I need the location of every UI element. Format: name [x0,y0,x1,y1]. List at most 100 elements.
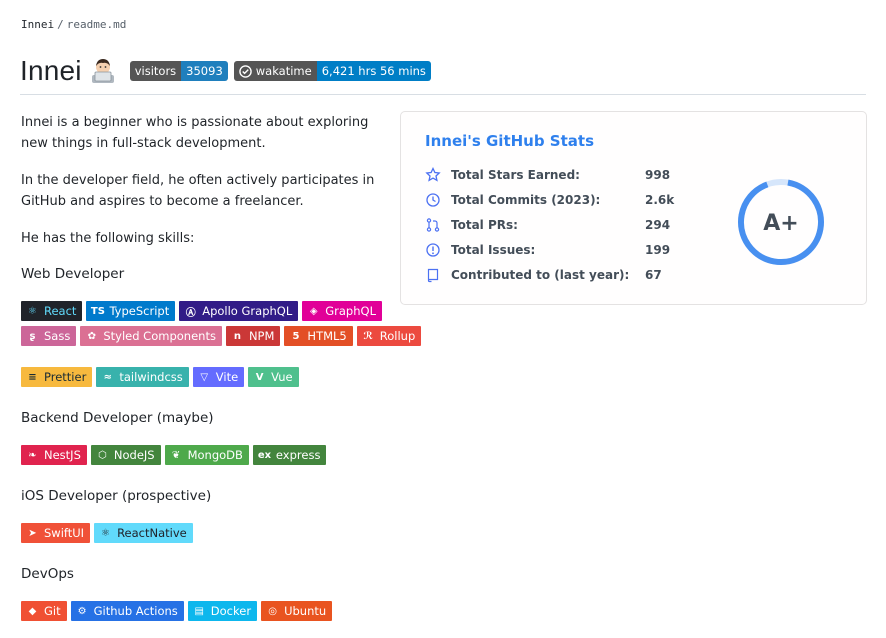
stat-row: Total Stars Earned: 998 [425,166,685,184]
apollo-graphql-badge[interactable]: Ⓐ Apollo GraphQL [179,301,299,321]
grade-text: A+ [763,211,798,236]
vite-icon: ▽ [200,371,209,383]
vite-badge[interactable]: ▽ Vite [192,367,245,387]
prettier-icon: ≡ [28,371,37,383]
stat-row: Contributed to (last year): 67 [425,266,685,284]
stat-row: Total PRs: 294 [425,216,685,234]
styled-components-icon: ✿ [87,330,97,342]
badge-label: express [275,448,321,462]
section-heading-ios: iOS Developer (prospective) [21,488,212,504]
badge-label: Styled Components [103,329,216,343]
badge-label: React [44,304,77,318]
stat-value: 199 [645,243,671,257]
issue-icon [426,243,440,257]
badge-label: GraphQL [325,304,376,318]
typescript-badge[interactable]: TS TypeScript [86,301,176,321]
stat-row: Total Issues: 199 [425,241,685,259]
title-row: Innei visitors 35093 wakatime 6,421 hrs … [20,55,431,87]
github-actions-badge[interactable]: ⚙ Github Actions [70,601,184,621]
rollup-badge[interactable]: ℛ Rollup [356,326,422,346]
intro-paragraph-1: Innei is a beginner who is passionate ab… [21,115,369,151]
badge-label: Apollo GraphQL [202,304,293,318]
badge-label: SwiftUI [44,526,85,540]
stat-label: Total PRs: [451,218,518,232]
stat-value: 998 [645,168,671,182]
badge-label: visitors [129,61,182,81]
section-heading-devops: DevOps [21,566,74,582]
web-badges-row-1: ⚛ React TS TypeScript Ⓐ Apollo GraphQL ◈ GraphQ… [21,301,382,321]
stat-value: 294 [645,218,671,232]
intro-paragraph-3: He has the following skills: [21,231,195,246]
vue-badge[interactable]: V Vue [248,367,299,387]
mongodb-badge[interactable]: ❦ MongoDB [164,445,249,465]
nestjs-icon: ❧ [28,449,37,461]
section-heading-backend: Backend Developer (maybe) [21,410,214,426]
prettier-badge[interactable]: ≡ Prettier [21,367,93,387]
badge-label: Prettier [44,370,87,384]
github-stats-card[interactable]: Innei's GitHub Stats Total Stars Earned:… [400,111,867,305]
badge-label: NPM [248,329,275,343]
graphql-badge[interactable]: ◈ GraphQL [302,301,382,321]
stat-label: Total Stars Earned: [451,168,580,182]
git-badge[interactable]: ◆ Git [21,601,67,621]
npm-badge[interactable]: n NPM [225,326,281,346]
html5-badge[interactable]: 5 HTML5 [284,326,353,346]
rollup-icon: ℛ [363,330,373,342]
web-badges-row-2: ʂ Sass ✿ Styled Components n NPM 5 HTML5 ℛ Rollup [21,326,422,346]
styled-components-badge[interactable]: ✿ Styled Components [80,326,222,346]
nodejs-badge[interactable]: ⬡ NodeJS [90,445,161,465]
github-actions-icon: ⚙ [77,605,87,617]
stat-label: Total Commits (2023): [451,193,601,207]
graphql-icon: ◈ [309,305,318,317]
badge-label: Git [44,604,61,618]
badge-label: Github Actions [93,604,178,618]
badge-label: tailwindcss [119,370,183,384]
visitors-badge[interactable]: visitors 35093 [129,61,228,81]
page-title: Innei [20,55,82,86]
sass-icon: ʂ [29,330,36,342]
npm-icon: n [233,330,242,342]
grade-ring: A+ [738,178,824,265]
tailwindcss-badge[interactable]: ≈ tailwindcss [96,367,189,387]
swiftui-badge[interactable]: ➤ SwiftUI [21,523,91,543]
mongodb-icon: ❦ [171,449,181,461]
badge-value: 6,421 hrs 56 mins [316,61,431,81]
sass-badge[interactable]: ʂ Sass [21,326,77,346]
backend-badges: ❧ NestJS ⬡ NodeJS ❦ MongoDB ex express [21,445,327,465]
react-badge[interactable]: ⚛ React [21,301,83,321]
badge-label: ReactNative [117,526,187,540]
ubuntu-badge[interactable]: ◎ Ubuntu [261,601,333,621]
badge-label: HTML5 [307,329,347,343]
breadcrumb-user[interactable]: Innei [21,18,54,31]
nodejs-icon: ⬡ [98,449,107,461]
wakatime-badge-left: wakatime [233,61,317,81]
badge-label: Rollup [379,329,416,343]
typescript-icon: TS [90,305,105,317]
express-badge[interactable]: ex express [252,445,327,465]
ubuntu-icon: ◎ [268,605,277,617]
reactnative-badge[interactable]: ⚛ ReactNative [94,523,193,543]
section-heading-web: Web Developer [21,266,125,282]
badge-label: NodeJS [113,448,155,462]
docker-badge[interactable]: ▤ Docker [187,601,258,621]
badge-label: Ubuntu [284,604,327,618]
badge-label: Docker [210,604,252,618]
stat-value: 67 [645,268,662,282]
badge-label: Vite [215,370,239,384]
reactnative-icon: ⚛ [101,527,111,539]
badge-label: TypeScript [109,304,170,318]
star-icon [425,167,441,182]
breadcrumb-separator: / [57,18,64,31]
repo-icon [427,268,439,283]
technologist-icon [91,59,114,83]
breadcrumb-file[interactable]: readme.md [67,18,127,31]
tailwindcss-icon: ≈ [103,371,112,383]
devops-badges: ◆ Git ⚙ Github Actions ▤ Docker ◎ Ubuntu [21,601,333,621]
wakatime-badge[interactable]: wakatime 6,421 hrs 56 mins [233,61,431,81]
docker-icon: ▤ [194,605,204,617]
badge-label: Vue [271,370,293,384]
badge-label: MongoDB [187,448,243,462]
history-icon [426,193,440,207]
badge-value: 35093 [181,61,228,81]
nestjs-badge[interactable]: ❧ NestJS [21,445,87,465]
